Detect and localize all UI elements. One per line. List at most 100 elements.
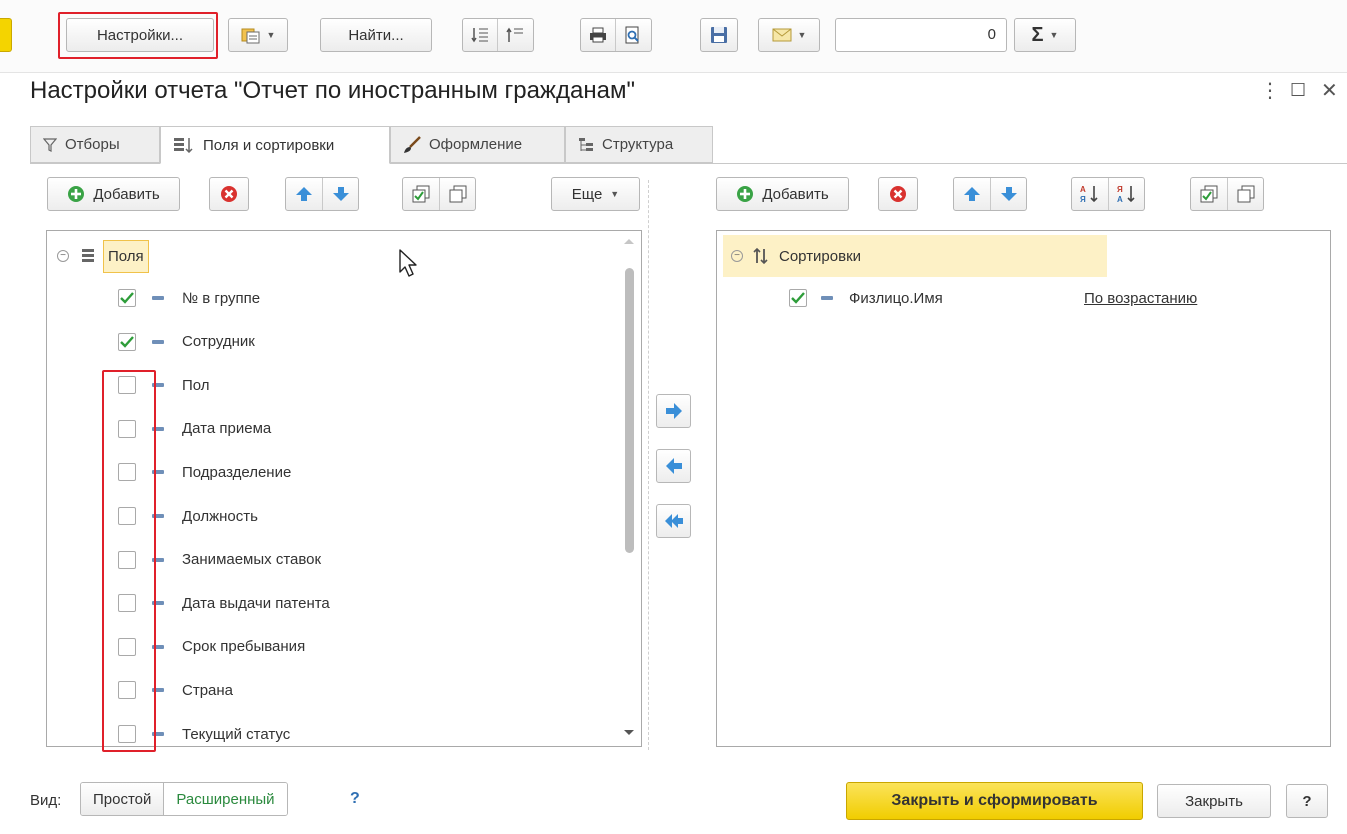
envelope-icon <box>772 28 792 42</box>
panel-toggle-tab[interactable] <box>0 18 12 52</box>
help-button[interactable]: ? <box>1286 784 1328 818</box>
add-circle-icon <box>737 186 754 202</box>
sort-uncheck-all-button[interactable] <box>1227 178 1263 210</box>
panels-divider <box>648 180 649 750</box>
sort-delete-button[interactable] <box>878 177 918 211</box>
sort-direction-group: А Я Я А <box>1071 177 1145 211</box>
scrollbar-thumb[interactable] <box>625 268 634 553</box>
tab-appearance-label: Оформление <box>429 136 523 153</box>
arrow-down-icon <box>332 187 349 201</box>
fields-add-button[interactable]: Добавить <box>47 177 180 211</box>
print-preview-button[interactable] <box>615 19 649 51</box>
field-row-checkbox[interactable] <box>118 332 136 351</box>
fields-root-row[interactable]: − Поля <box>57 235 149 277</box>
sort-ascending-button[interactable]: А Я <box>1072 178 1108 210</box>
sort-descending-icon: Я А <box>1117 185 1135 204</box>
field-row-label: Страна <box>182 681 234 699</box>
move-all-to-fields-button[interactable] <box>656 504 691 538</box>
fields-more-button[interactable]: Еще ▼ <box>551 177 640 211</box>
find-button[interactable]: Найти... <box>320 18 432 52</box>
fields-sort-icon <box>174 138 193 153</box>
settings-highlight-frame <box>58 12 218 59</box>
svg-text:А: А <box>1080 185 1086 194</box>
tab-filters[interactable]: Отборы <box>30 126 160 163</box>
print-button[interactable] <box>581 19 615 51</box>
chevron-down-icon: ▼ <box>797 30 807 40</box>
expand-all-button[interactable] <box>463 19 497 51</box>
chevron-down-icon: ▼ <box>610 189 620 199</box>
fields-move-down-button[interactable] <box>322 178 358 210</box>
variant-menu-button[interactable]: ▼ <box>228 18 288 52</box>
field-row-label: Срок пребывания <box>182 638 306 656</box>
fields-move-up-button[interactable] <box>286 178 322 210</box>
sort-descending-button[interactable]: Я А <box>1108 178 1144 210</box>
delete-icon <box>890 186 906 202</box>
tab-structure[interactable]: Структура <box>565 126 713 163</box>
mouse-pointer-icon <box>399 249 417 277</box>
chevron-down-icon: ▼ <box>266 30 276 40</box>
view-mode-extended[interactable]: Расширенный <box>164 783 287 815</box>
double-arrow-left-icon <box>664 514 683 528</box>
sorting-row-checkbox[interactable] <box>789 289 807 307</box>
sum-value-field[interactable]: 0 <box>835 18 1007 52</box>
sort-move-up-button[interactable] <box>954 178 990 210</box>
close-icon[interactable]: ✕ <box>1321 78 1338 103</box>
fields-scrollbar[interactable] <box>623 233 635 741</box>
field-row-label: Сотрудник <box>182 333 255 351</box>
sigma-icon: Σ <box>1031 23 1044 46</box>
fields-move-group <box>285 177 359 211</box>
arrow-down-icon <box>1000 187 1017 201</box>
tree-expand-group <box>462 18 534 52</box>
send-email-button[interactable]: ▼ <box>758 18 820 52</box>
sorting-direction-link[interactable]: По возрастанию <box>1084 290 1197 307</box>
view-mode-help-icon[interactable]: ? <box>350 790 360 808</box>
close-button[interactable]: Закрыть <box>1157 784 1271 818</box>
fields-check-all-button[interactable] <box>403 178 439 210</box>
field-row[interactable]: № в группе <box>118 277 260 319</box>
close-and-generate-label: Закрыть и сформировать <box>891 792 1098 809</box>
field-row-checkbox[interactable] <box>118 289 136 307</box>
sort-add-label: Добавить <box>762 185 829 203</box>
close-button-label: Закрыть <box>1185 792 1243 810</box>
fields-delete-button[interactable] <box>209 177 249 211</box>
more-menu-icon[interactable]: ⋮ <box>1260 78 1280 103</box>
tab-appearance[interactable]: Оформление <box>390 126 565 163</box>
unchecked-fields-highlight-frame <box>102 370 156 752</box>
field-marker-icon <box>152 296 164 300</box>
scroll-up-icon[interactable] <box>624 239 634 244</box>
arrow-up-icon <box>964 187 980 201</box>
fields-uncheck-all-button[interactable] <box>439 178 475 210</box>
print-preview-icon <box>625 26 639 44</box>
expand-all-icon <box>471 28 488 43</box>
move-to-sorting-button[interactable] <box>656 394 691 428</box>
tab-filters-label: Отборы <box>65 136 120 153</box>
fields-more-label: Еще <box>571 185 603 203</box>
sorting-row[interactable]: Физлицо.Имя По возрастанию <box>789 277 1319 319</box>
field-marker-icon <box>152 339 164 344</box>
sorting-root-row[interactable]: − Сортировки <box>723 235 1107 277</box>
fields-add-label: Добавить <box>93 185 160 203</box>
sorting-field-label: Физлицо.Имя <box>849 289 943 307</box>
tab-structure-label: Структура <box>602 136 674 153</box>
field-row[interactable]: Сотрудник <box>118 321 255 363</box>
collapse-all-button[interactable] <box>497 19 531 51</box>
close-and-generate-button[interactable]: Закрыть и сформировать <box>846 782 1143 820</box>
save-button[interactable] <box>700 18 738 52</box>
maximize-icon[interactable]: ☐ <box>1290 80 1306 101</box>
collapse-icon[interactable]: − <box>731 250 743 262</box>
move-to-fields-button[interactable] <box>656 449 691 483</box>
check-icon <box>120 292 134 304</box>
sort-move-down-button[interactable] <box>990 178 1026 210</box>
collapse-icon[interactable]: − <box>57 250 69 262</box>
sort-add-button[interactable]: Добавить <box>716 177 849 211</box>
tab-fields-and-sorting[interactable]: Поля и сортировки <box>160 126 390 164</box>
fields-root-label: Поля <box>103 239 149 273</box>
view-mode-simple[interactable]: Простой <box>81 783 165 815</box>
sum-menu-button[interactable]: Σ ▼ <box>1014 18 1076 52</box>
uncheck-all-icon <box>1237 185 1254 203</box>
field-row-label: Занимаемых ставок <box>182 551 322 569</box>
sort-check-all-button[interactable] <box>1191 178 1227 210</box>
svg-text:Я: Я <box>1080 195 1086 204</box>
printer-icon <box>590 27 606 43</box>
scroll-down-icon[interactable] <box>624 730 634 735</box>
